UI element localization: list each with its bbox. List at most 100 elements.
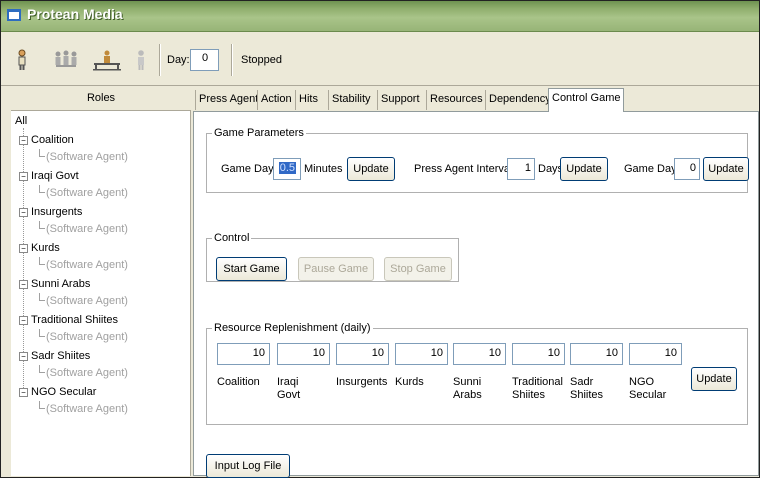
replenish-iraqi-govt-label: Iraqi Govt [277, 376, 301, 401]
tab-control-game[interactable]: Control Game [548, 88, 625, 112]
tab-hits[interactable]: Hits [295, 90, 321, 110]
tree-elbow [39, 149, 45, 157]
tree-child-software-agent[interactable]: (Software Agent) [46, 223, 128, 235]
tree-elbow [39, 329, 45, 337]
collapse-icon[interactable]: − [19, 280, 28, 289]
tree-node-label[interactable]: NGO Secular [31, 386, 96, 398]
roles-tree: All − Coalition (Software Agent) − Iraqi… [11, 110, 191, 476]
person-icon[interactable] [15, 49, 29, 71]
tab-stability[interactable]: Stability [328, 90, 374, 110]
input-log-file-button[interactable]: Input Log File [206, 454, 290, 478]
tree-node-ngo-secular[interactable]: − NGO Secular (Software Agent) [11, 385, 189, 421]
collapse-icon[interactable]: − [19, 244, 28, 253]
replenish-insurgents-label: Insurgents [336, 376, 388, 388]
day-input[interactable]: 0 [190, 49, 219, 71]
game-parameters-group: Game Parameters Game Day: 0.5 Minutes Up… [206, 127, 749, 193]
person-gray-icon[interactable] [135, 49, 147, 71]
replenish-sunni-arabs-label: Sunni Arabs [453, 376, 482, 401]
tree-node-label[interactable]: Kurds [31, 242, 60, 254]
tree-node-kurds[interactable]: − Kurds (Software Agent) [11, 241, 189, 277]
tree-node-iraqi-govt[interactable]: − Iraqi Govt (Software Agent) [11, 169, 189, 205]
toolbar-separator [231, 44, 233, 76]
tree-node-sadr-shiites[interactable]: − Sadr Shiites (Software Agent) [11, 349, 189, 385]
tree-child-software-agent[interactable]: (Software Agent) [46, 403, 128, 415]
game-parameters-legend: Game Parameters [214, 127, 304, 139]
tree-node-label[interactable]: Iraqi Govt [31, 170, 79, 182]
tree-child-software-agent[interactable]: (Software Agent) [46, 187, 128, 199]
status-text: Stopped [241, 54, 282, 66]
tab-support[interactable]: Support [377, 90, 423, 110]
main-area: Press Agent Action Hits Stability Suppor… [193, 88, 759, 478]
control-group: Control Start Game Pause Game Stop Game [206, 232, 459, 282]
start-game-button[interactable]: Start Game [216, 257, 287, 281]
control-game-panel: Game Parameters Game Day: 0.5 Minutes Up… [193, 111, 759, 478]
resource-replenishment-legend: Resource Replenishment (daily) [214, 322, 371, 334]
replenish-coalition-label: Coalition [217, 376, 260, 388]
tree-child-software-agent[interactable]: (Software Agent) [46, 331, 128, 343]
app-window: Protean Media Day: 0 Stopped Roles All −… [0, 0, 760, 478]
replenish-insurgents-input[interactable]: 10 [336, 343, 389, 365]
update-game-day-button[interactable]: Update [703, 157, 749, 181]
tree-node-label[interactable]: Insurgents [31, 206, 82, 218]
press-agent-interval-input[interactable]: 1 [507, 158, 535, 180]
collapse-icon[interactable]: − [19, 316, 28, 325]
stop-game-button[interactable]: Stop Game [384, 257, 452, 281]
update-interval-button[interactable]: Update [560, 157, 608, 181]
replenish-ngo-secular-input[interactable]: 10 [629, 343, 682, 365]
tree-child-software-agent[interactable]: (Software Agent) [46, 295, 128, 307]
update-replenishment-button[interactable]: Update [691, 367, 737, 391]
tab-resources[interactable]: Resources [426, 90, 486, 110]
press-agent-interval-label: Press Agent Interval: [414, 163, 516, 175]
game-day-minutes-label: Game Day: [221, 163, 277, 175]
collapse-icon[interactable]: − [19, 388, 28, 397]
replenish-sadr-shiites-input[interactable]: 10 [570, 343, 623, 365]
tree-node-label[interactable]: Sadr Shiites [31, 350, 90, 362]
selected-text: 0.5 [278, 162, 296, 174]
replenish-kurds-label: Kurds [395, 376, 424, 388]
update-minutes-button[interactable]: Update [347, 157, 395, 181]
collapse-icon[interactable]: − [19, 208, 28, 217]
window-title: Protean Media [27, 6, 123, 22]
building-icon[interactable] [92, 49, 122, 71]
tree-elbow [39, 293, 45, 301]
toolbar: Day: 0 Stopped [1, 32, 759, 86]
tab-action[interactable]: Action [257, 90, 295, 110]
replenish-sunni-arabs-input[interactable]: 10 [453, 343, 506, 365]
tree-child-software-agent[interactable]: (Software Agent) [46, 259, 128, 271]
tree-node-label[interactable]: Sunni Arabs [31, 278, 90, 290]
collapse-icon[interactable]: − [19, 136, 28, 145]
minutes-label: Minutes [304, 163, 343, 175]
tree-node-sunni-arabs[interactable]: − Sunni Arabs (Software Agent) [11, 277, 189, 313]
tree-root-all[interactable]: All [15, 115, 27, 127]
replenish-traditional-shiites-label: Traditional Shiites [512, 376, 563, 401]
tree-node-label[interactable]: Coalition [31, 134, 74, 146]
tree-elbow [39, 365, 45, 373]
control-legend: Control [214, 232, 250, 244]
group-icon[interactable] [52, 49, 80, 71]
tree-node-coalition[interactable]: − Coalition (Software Agent) [11, 133, 189, 169]
tree-child-software-agent[interactable]: (Software Agent) [46, 151, 128, 163]
tree-elbow [39, 401, 45, 409]
replenish-iraqi-govt-input[interactable]: 10 [277, 343, 330, 365]
tab-strip: Press Agent Action Hits Stability Suppor… [193, 88, 759, 112]
replenish-kurds-input[interactable]: 10 [395, 343, 448, 365]
tab-dependency[interactable]: Dependency [485, 90, 554, 110]
roles-header[interactable]: Roles [11, 88, 191, 110]
tree-node-label[interactable]: Traditional Shiites [31, 314, 118, 326]
collapse-icon[interactable]: − [19, 352, 28, 361]
collapse-icon[interactable]: − [19, 172, 28, 181]
game-day-minutes-input[interactable]: 0.5 [273, 158, 301, 180]
pause-game-button[interactable]: Pause Game [298, 257, 374, 281]
tree-node-traditional-shiites[interactable]: − Traditional Shiites (Software Agent) [11, 313, 189, 349]
toolbar-separator [159, 44, 161, 76]
tree-node-insurgents[interactable]: − Insurgents (Software Agent) [11, 205, 189, 241]
replenish-traditional-shiites-input[interactable]: 10 [512, 343, 565, 365]
tree-child-software-agent[interactable]: (Software Agent) [46, 367, 128, 379]
replenish-coalition-input[interactable]: 10 [217, 343, 270, 365]
replenish-ngo-secular-label: NGO Secular [629, 376, 667, 401]
game-day-input[interactable]: 0 [674, 158, 700, 180]
replenish-sadr-shiites-label: Sadr Shiites [570, 376, 604, 401]
game-day-label: Game Day: [624, 163, 680, 175]
resource-replenishment-group: Resource Replenishment (daily) 10 Coalit… [206, 322, 748, 425]
tab-press-agent[interactable]: Press Agent [195, 90, 262, 110]
